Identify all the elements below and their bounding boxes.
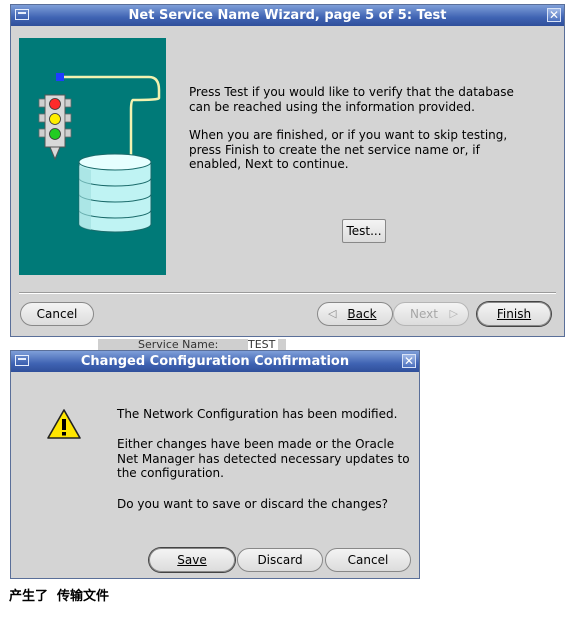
wizard-separator: [19, 292, 556, 294]
background-service-name-value: TEST: [248, 339, 278, 350]
finish-instructions: When you are finished, or if you want to…: [189, 128, 508, 171]
test-instructions: Press Test if you would like to verify t…: [189, 85, 514, 114]
discard-button[interactable]: Discard: [237, 548, 323, 572]
window-menu-icon[interactable]: [15, 355, 29, 366]
save-question: Do you want to save or discard the chang…: [117, 497, 389, 511]
background-service-name-label: Service Name:: [138, 339, 219, 350]
confirmation-titlebar[interactable]: Changed Configuration Confirmation ✕: [11, 351, 419, 372]
wizard-title: Net Service Name Wizard, page 5 of 5: Te…: [128, 8, 447, 23]
database-illustration: [19, 38, 166, 275]
chevron-left-icon: ◁: [328, 307, 337, 320]
confirmation-cancel-button[interactable]: Cancel: [325, 548, 411, 572]
save-button-label: Save: [177, 553, 207, 567]
cable-plug: [56, 73, 64, 81]
next-button: Next ▷: [393, 302, 469, 326]
save-button[interactable]: Save: [149, 548, 235, 572]
caption-text: 产生了 传输文件: [9, 589, 110, 604]
test-button[interactable]: Test...: [342, 219, 386, 243]
wizard-titlebar[interactable]: Net Service Name Wizard, page 5 of 5: Te…: [11, 5, 564, 26]
chevron-right-icon: ▷: [449, 307, 458, 320]
cancel-button[interactable]: Cancel: [20, 302, 94, 326]
back-button[interactable]: ◁ Back: [317, 302, 393, 326]
changes-message: Either changes have been made or the Ora…: [117, 437, 410, 480]
wizard-window: Net Service Name Wizard, page 5 of 5: Te…: [10, 4, 565, 337]
back-button-label: Back: [347, 307, 377, 321]
modified-message: The Network Configuration has been modif…: [117, 407, 398, 421]
database-cylinder-icon: [78, 153, 152, 233]
warning-icon: [47, 409, 81, 439]
close-icon[interactable]: ✕: [547, 8, 561, 22]
finish-button[interactable]: Finish: [477, 302, 551, 326]
next-button-label: Next: [410, 307, 438, 321]
confirmation-title: Changed Configuration Confirmation: [80, 354, 350, 369]
close-icon[interactable]: ✕: [402, 354, 416, 368]
confirmation-dialog: Changed Configuration Confirmation ✕ The…: [10, 350, 420, 579]
finish-button-label: Finish: [496, 307, 532, 321]
window-menu-icon[interactable]: [15, 9, 29, 20]
